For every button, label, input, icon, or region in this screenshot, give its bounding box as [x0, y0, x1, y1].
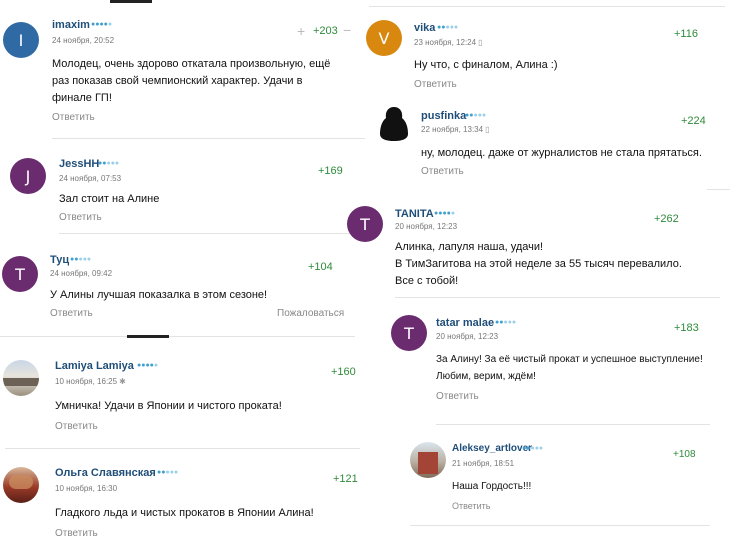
comment-score: +183: [674, 322, 699, 334]
upvote-icon[interactable]: +: [297, 23, 305, 39]
comment-tanita: T TANITA ●●●●● 20 ноября, 12:23 +262 Али…: [345, 195, 730, 300]
reply-link[interactable]: Ответить: [414, 79, 457, 90]
avatar[interactable]: [3, 360, 39, 396]
comment-author[interactable]: imaxim: [52, 19, 90, 31]
comment-text: У Алины лучшая показалка в этом сезоне!: [50, 289, 268, 301]
avatar[interactable]: J: [10, 158, 46, 194]
phone-icon: ▯: [478, 38, 483, 47]
divider: [52, 138, 365, 139]
reply-link[interactable]: Ответить: [55, 421, 98, 432]
comment-text: Гладкого льда и чистых прокатов в Японии…: [55, 507, 314, 519]
comment-score: +108: [673, 449, 696, 460]
avatar[interactable]: [376, 106, 412, 142]
comment-score: +104: [308, 261, 333, 273]
comment-author[interactable]: Туц: [50, 254, 69, 266]
comment-text: Зал стоит на Алине: [59, 193, 160, 205]
comment-text: Умничка! Удачи в Японии и чистого прокат…: [55, 400, 282, 412]
rating-dots: ●●●●●: [91, 21, 113, 28]
reply-link[interactable]: Ответить: [55, 528, 98, 539]
rating-dots: ●●●●●: [495, 319, 517, 326]
comment-imaxim: I imaxim ●●●●● 24 ноября, 20:52 + +203 −…: [0, 0, 365, 140]
reply-link[interactable]: Ответить: [421, 166, 464, 177]
rating-dots: ●●●●●: [98, 160, 120, 167]
rating-dots: ●●●●●: [437, 24, 459, 31]
comment-author[interactable]: pusfinka: [421, 110, 466, 122]
divider: [410, 525, 710, 526]
comment-date: 23 ноября, 12:24 ▯: [414, 38, 483, 47]
divider: [0, 336, 355, 337]
divider: [59, 233, 365, 234]
rating-dots: ●●●●●: [434, 210, 456, 217]
comment-date: 22 ноября, 13:34 ▯: [421, 125, 490, 134]
avatar[interactable]: [3, 467, 39, 503]
comment-text: Молодец, очень здорово откатала произвол…: [52, 58, 331, 104]
comment-vika: V vika ●●●●● 23 ноября, 12:24 ▯ +116 Ну ч…: [365, 0, 730, 100]
divider: [395, 297, 720, 298]
comment-date: 10 ноября, 16:25 ✱: [55, 377, 126, 386]
comment-jesshh: J JessHH ●●●●● 24 ноября, 07:53 +169 Зал…: [0, 140, 365, 236]
comment-date: 20 ноября, 12:23: [436, 332, 499, 341]
avatar[interactable]: T: [347, 206, 383, 242]
comment-date: 21 ноября, 18:51: [452, 459, 515, 468]
comment-score: +169: [318, 165, 343, 177]
comment-text: Алинка, лапуля наша, удачи! В ТимЗагитов…: [395, 241, 682, 287]
comment-tatar-malae: T tatar malae ●●●●● 20 ноября, 12:23 +18…: [390, 300, 730, 425]
comment-olga: Ольга Славянская ●●●●● 10 ноября, 16:30 …: [0, 448, 365, 548]
comment-score: +116: [674, 28, 698, 40]
comment-date: 24 ноября, 20:52: [52, 36, 115, 45]
reply-link[interactable]: Ответить: [50, 308, 93, 319]
comment-score: +262: [654, 213, 679, 225]
comment-score: +160: [331, 366, 356, 378]
comment-author[interactable]: vika: [414, 22, 435, 34]
comment-text: ну, молодец. даже от журналистов не стал…: [421, 147, 702, 159]
comment-date: 20 ноября, 12:23: [395, 222, 458, 231]
rating-dots: ●●●●●: [465, 112, 487, 119]
comment-author[interactable]: Aleksey_artlover: [452, 443, 532, 454]
avatar[interactable]: T: [391, 315, 427, 351]
comment-pusfinka: pusfinka ●●●●● 22 ноября, 13:34 ▯ +224 ну…: [365, 100, 730, 195]
comment-text: Ну что, с финалом, Алина :): [414, 59, 558, 71]
comment-author[interactable]: TANITA: [395, 208, 434, 220]
reply-link[interactable]: Ответить: [436, 391, 479, 402]
comment-date: 24 ноября, 07:53: [59, 174, 122, 183]
comment-score: +203: [313, 25, 338, 37]
silhouette-icon: [380, 107, 408, 141]
rating-dots: ●●●●●: [137, 362, 159, 369]
comment-author[interactable]: Lamiya Lamiya: [55, 360, 134, 372]
phone-icon: ▯: [485, 125, 490, 134]
rating-dots: ●●●●●: [70, 256, 92, 263]
comment-score: +224: [681, 115, 706, 127]
avatar[interactable]: I: [3, 22, 39, 58]
comment-author[interactable]: Ольга Славянская: [55, 467, 156, 479]
comment-text: За Алину! За её чистый прокат и успешное…: [436, 354, 703, 382]
avatar[interactable]: V: [366, 20, 402, 56]
comment-date: 24 ноября, 09:42: [50, 269, 113, 278]
section-tab-indicator: [127, 335, 169, 338]
comment-lamiya: Lamiya Lamiya ●●●●● 10 ноября, 16:25 ✱ +1…: [0, 340, 365, 449]
complain-link[interactable]: Пожаловаться: [277, 308, 344, 319]
downvote-icon[interactable]: −: [343, 22, 351, 38]
comment-author[interactable]: JessHH: [59, 158, 99, 170]
comment-text: Наша Гордость!!!: [452, 481, 532, 492]
rating-dots: ●●●●●: [157, 469, 179, 476]
comment-tuts: T Туц ●●●●● 24 ноября, 09:42 +104 У Алин…: [0, 236, 365, 340]
comment-author[interactable]: tatar malae: [436, 317, 494, 329]
comment-aleksey: Aleksey_artlover ●●●●● 21 ноября, 18:51 …: [405, 425, 730, 548]
comment-date: 10 ноября, 16:30: [55, 484, 118, 493]
reply-link[interactable]: Ответить: [59, 212, 102, 223]
reply-link[interactable]: Ответить: [452, 501, 490, 511]
android-icon: ✱: [119, 377, 126, 386]
comment-score: +121: [333, 473, 358, 485]
reply-link[interactable]: Ответить: [52, 112, 95, 123]
avatar[interactable]: T: [2, 256, 38, 292]
rating-dots: ●●●●●: [522, 445, 544, 452]
avatar[interactable]: [410, 442, 446, 478]
divider: [369, 6, 725, 7]
divider: [707, 189, 730, 190]
